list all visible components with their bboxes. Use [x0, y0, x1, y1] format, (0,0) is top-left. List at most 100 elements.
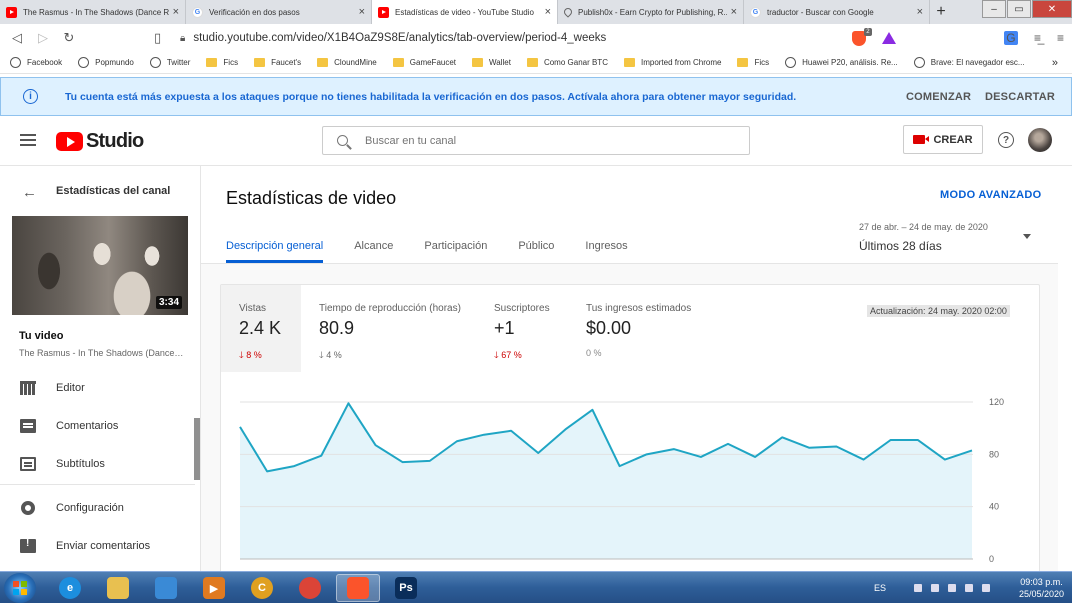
start-button[interactable]: COMENZAR [906, 91, 971, 103]
brave-shields-icon[interactable] [851, 27, 872, 46]
bookmark-item[interactable]: Brave: El navegador esc... [913, 57, 1025, 68]
signal-icon[interactable] [981, 584, 990, 592]
data-point[interactable] [914, 436, 922, 444]
minimize-icon[interactable]: – [982, 0, 1006, 18]
maximize-icon[interactable]: ▭ [1007, 0, 1031, 18]
close-tab-icon[interactable]: × [545, 6, 551, 18]
data-point[interactable] [887, 436, 895, 444]
close-tab-icon[interactable]: × [173, 6, 179, 18]
bookmark-icon[interactable]: ▯ [154, 30, 161, 46]
metric-views[interactable]: Vistas 2.4 K 🡓 8 % [221, 285, 301, 372]
dismiss-button[interactable]: DESCARTAR [985, 91, 1055, 103]
bookmark-item[interactable]: Wallet [472, 58, 511, 67]
data-point[interactable] [561, 425, 569, 433]
playlist-icon[interactable]: ≡̲ [1034, 31, 1041, 45]
bookmark-item[interactable]: GameFaucet [392, 58, 456, 67]
bookmark-item[interactable]: Fics [737, 58, 769, 67]
bookmark-item[interactable]: Faucet's [254, 58, 301, 67]
translate-icon[interactable]: G [1003, 31, 1018, 45]
data-point[interactable] [372, 441, 380, 449]
data-point[interactable] [778, 433, 786, 441]
metric-revenue[interactable]: Tus ingresos estimados $0.00 0 % [568, 285, 728, 372]
avatar[interactable] [1028, 128, 1052, 152]
start-button[interactable] [4, 573, 36, 603]
create-button[interactable]: CREAR [903, 125, 983, 154]
browser-tab[interactable]: The Rasmus - In The Shadows (Dance Re...… [0, 0, 186, 24]
data-point[interactable] [616, 462, 624, 470]
back-arrow-icon[interactable]: ← [22, 184, 37, 201]
chevron-down-icon[interactable] [1023, 234, 1031, 239]
data-point[interactable] [697, 453, 705, 461]
data-point[interactable] [480, 431, 488, 439]
data-point[interactable] [263, 467, 271, 475]
network-tray-icon[interactable] [930, 584, 939, 592]
taskbar-app[interactable]: e [48, 574, 92, 602]
data-point[interactable] [860, 456, 868, 464]
menu-icon[interactable]: ≡ [1057, 31, 1064, 45]
reload-icon[interactable]: ↻ [56, 30, 82, 46]
tab-revenue[interactable]: Ingresos [585, 240, 627, 262]
close-tab-icon[interactable]: × [359, 6, 365, 18]
bookmark-item[interactable]: Fics [206, 58, 238, 67]
data-point[interactable] [588, 406, 596, 414]
studio-logo[interactable]: Studio [56, 130, 144, 153]
period-selector[interactable]: Últimos 28 días [859, 239, 942, 253]
metric-watch-time[interactable]: Tiempo de reproducción (horas) 80.9 🡓 4 … [301, 285, 476, 372]
taskbar-app[interactable] [144, 574, 188, 602]
browser-tab[interactable]: Estadísticas de video - YouTube Studio × [372, 0, 558, 24]
bookmark-item[interactable]: Popmundo [78, 57, 134, 68]
data-point[interactable] [290, 462, 298, 470]
tab-overview[interactable]: Descripción general [226, 240, 324, 263]
sidebar-item-send-feedback[interactable]: Enviar comentarios [0, 531, 195, 561]
video-thumbnail[interactable]: 3:34 [12, 216, 188, 315]
sidebar-item-editor[interactable]: Editor [0, 373, 195, 403]
data-point[interactable] [426, 457, 434, 465]
data-point[interactable] [344, 399, 352, 407]
bookmark-item[interactable]: CloundMine [317, 58, 377, 67]
close-tab-icon[interactable]: × [917, 6, 923, 18]
taskbar-app[interactable] [336, 574, 380, 602]
tab-reach[interactable]: Alcance [354, 240, 393, 262]
taskbar-app[interactable] [288, 574, 332, 602]
brave-rewards-icon[interactable] [881, 32, 896, 44]
sidebar-scrollbar[interactable] [194, 418, 200, 480]
advanced-mode-button[interactable]: MODO AVANZADO [940, 189, 1041, 201]
clock[interactable]: 09:03 p.m. 25/05/2020 [1019, 576, 1064, 600]
browser-tab[interactable]: Gtraductor - Buscar con Google × [744, 0, 930, 24]
help-icon[interactable]: ? [998, 132, 1014, 148]
back-icon[interactable]: ◁ [4, 30, 30, 46]
volume-icon[interactable] [964, 584, 973, 592]
browser-tab[interactable]: Publish0x - Earn Crypto for Publishing, … [558, 0, 744, 24]
search-input[interactable] [365, 134, 725, 147]
data-point[interactable] [643, 450, 651, 458]
browser-tab[interactable]: G Verificación en dos pasos × [186, 0, 372, 24]
bookmark-item[interactable]: Huawei P20, análisis. Re... [785, 57, 898, 68]
data-point[interactable] [534, 449, 542, 457]
sidebar-item-settings[interactable]: Configuración [0, 493, 195, 523]
data-point[interactable] [236, 423, 244, 431]
taskbar-app[interactable]: C [240, 574, 284, 602]
tab-engagement[interactable]: Participación [424, 240, 487, 262]
bookmark-item[interactable]: Imported from Chrome [623, 58, 721, 67]
data-point[interactable] [399, 458, 407, 466]
new-tab-icon[interactable]: + [930, 0, 952, 24]
data-point[interactable] [805, 444, 813, 452]
taskbar-app[interactable]: ▶ [192, 574, 236, 602]
bookmarks-more-icon[interactable]: » [1052, 57, 1058, 69]
channel-search[interactable] [322, 126, 750, 155]
sidebar-item-subtitles[interactable]: Subtítulos [0, 449, 195, 479]
metric-subscribers[interactable]: Suscriptores +1 🡓 67 % [476, 285, 568, 372]
close-window-icon[interactable]: ✕ [1032, 0, 1072, 18]
language-indicator[interactable]: ES [874, 583, 886, 593]
hamburger-menu-icon[interactable] [20, 134, 36, 146]
taskbar-app[interactable]: Ps [384, 574, 428, 602]
data-point[interactable] [832, 442, 840, 450]
data-point[interactable] [968, 446, 976, 454]
sidebar-item-comments[interactable]: Comentarios [0, 411, 195, 441]
data-point[interactable] [507, 427, 515, 435]
battery-icon[interactable] [947, 584, 956, 592]
data-point[interactable] [941, 456, 949, 464]
data-point[interactable] [670, 445, 678, 453]
flag-icon[interactable] [913, 584, 922, 592]
bookmark-item[interactable]: Twitter [149, 57, 190, 68]
